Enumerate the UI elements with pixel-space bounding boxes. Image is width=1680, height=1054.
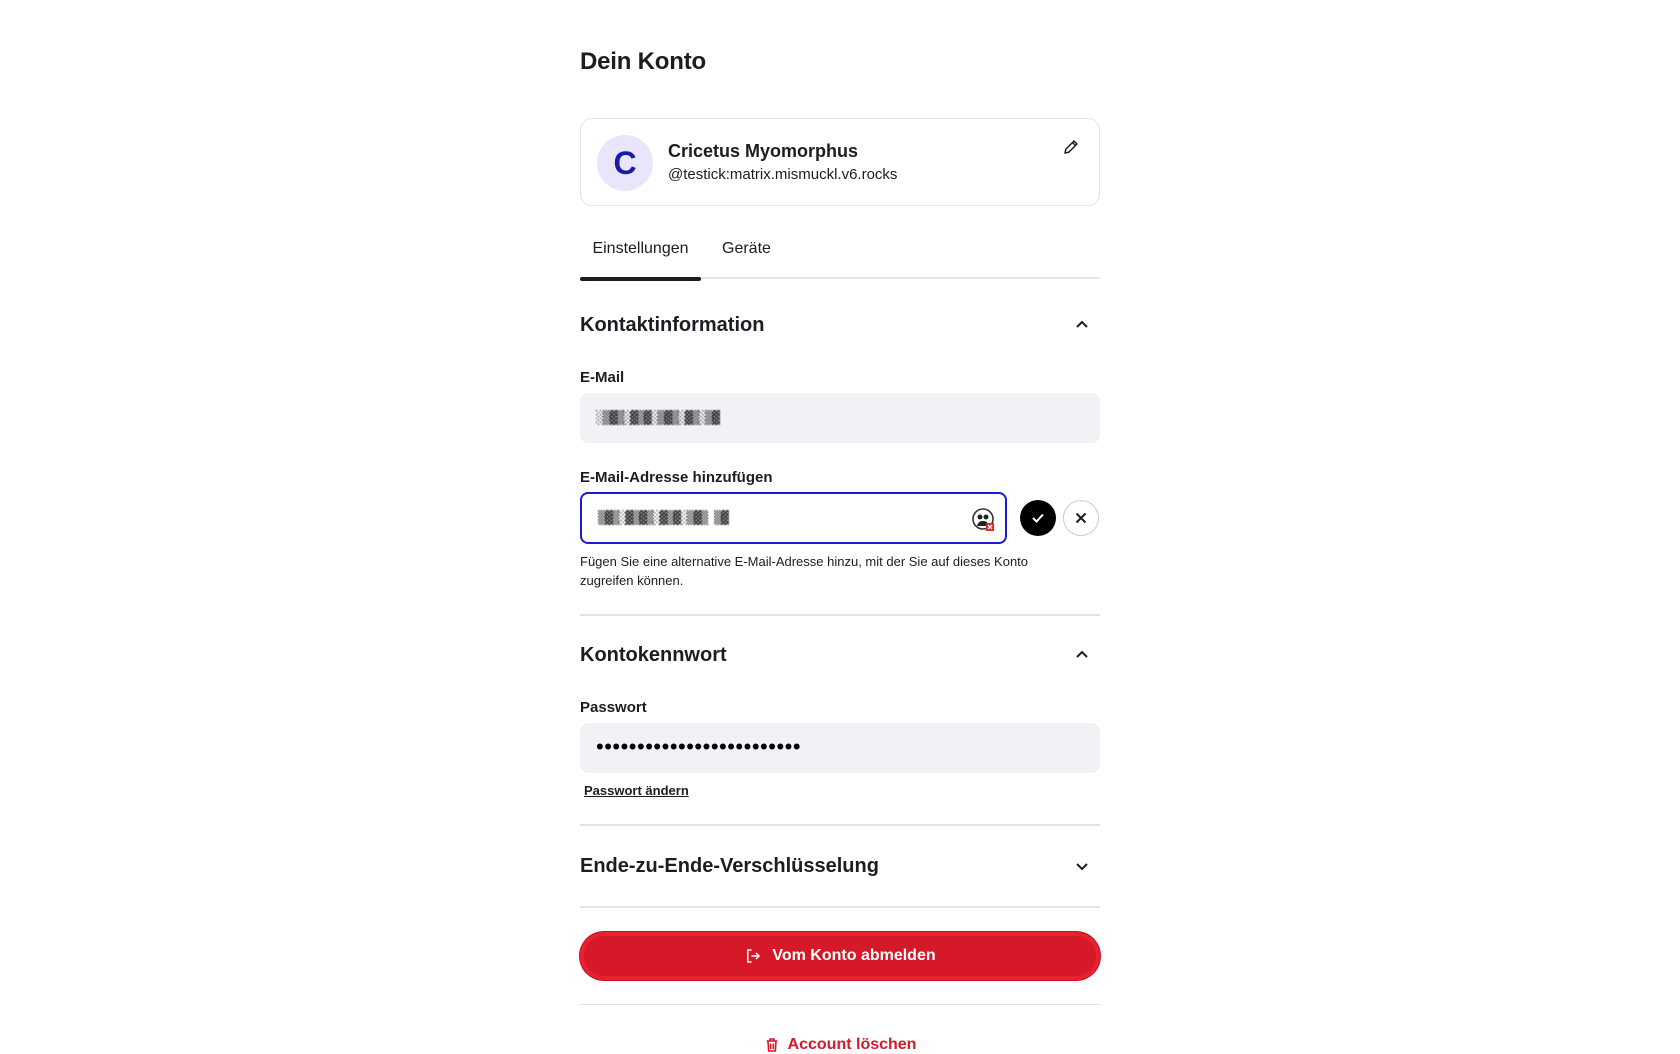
trash-icon xyxy=(766,1038,777,1052)
close-icon xyxy=(1075,512,1087,524)
section-header-contact[interactable]: Kontaktinformation xyxy=(580,310,1100,340)
chevron-up-icon xyxy=(1072,645,1092,665)
logout-button[interactable]: Vom Konto abmelden xyxy=(580,932,1100,980)
avatar: C xyxy=(597,135,653,191)
section-title-e2e: Ende-zu-Ende-Verschlüsselung xyxy=(580,854,879,877)
divider xyxy=(580,1004,1100,1005)
chevron-down-icon xyxy=(1072,856,1092,876)
add-email-input[interactable]: ▒▓▒░▓▒▓▒░▓▒▓░▒▓▒ ▒▓ xyxy=(580,492,1007,544)
password-manager-icon[interactable] xyxy=(971,507,995,531)
divider xyxy=(580,824,1100,826)
add-email-help-text: Fügen Sie eine alternative E-Mail-Adress… xyxy=(580,554,1029,588)
cancel-email-button[interactable] xyxy=(1063,500,1099,536)
add-email-label: E-Mail-Adresse hinzufügen xyxy=(580,469,773,486)
profile-mxid: @testick:matrix.mismuckl.v6.rocks xyxy=(668,166,898,183)
checkmark-icon xyxy=(1032,513,1044,523)
email-field[interactable]: ░▒▓▒░▓▒▓░▒▓▒░▓▒░▒▓ xyxy=(580,393,1100,443)
account-page: Dein Konto C Cricetus Myomorphus @testic… xyxy=(580,0,1100,1053)
profile-display-name: Cricetus Myomorphus xyxy=(668,141,859,161)
email-value: ░▒▓▒░▓▒▓░▒▓▒░▓▒░▒▓ xyxy=(596,410,720,426)
divider xyxy=(580,906,1100,908)
section-header-e2e[interactable]: Ende-zu-Ende-Verschlüsselung xyxy=(580,851,1100,881)
tab-einstellungen[interactable]: Einstellungen xyxy=(580,240,701,281)
logout-label: Vom Konto abmelden xyxy=(772,947,936,964)
delete-account-button[interactable]: Account löschen xyxy=(580,1036,1100,1054)
chevron-up-icon xyxy=(1072,315,1092,335)
sign-out-icon xyxy=(747,949,761,963)
profile-card: C Cricetus Myomorphus @testick:matrix.mi… xyxy=(580,118,1100,206)
change-password-link[interactable]: Passwort ändern xyxy=(584,783,689,798)
password-value: ••••••••••••••••••••••••• xyxy=(596,734,802,759)
add-email-value: ▒▓▒░▓▒▓▒░▓▒▓░▒▓▒ ▒▓ xyxy=(598,510,729,526)
edit-profile-button[interactable] xyxy=(1059,135,1083,159)
page-title: Dein Konto xyxy=(580,48,706,75)
divider xyxy=(580,614,1100,616)
tab-geraete[interactable]: Geräte xyxy=(722,240,771,258)
section-title-password: Kontokennwort xyxy=(580,643,727,666)
section-title-contact: Kontaktinformation xyxy=(580,313,765,336)
pencil-icon xyxy=(1064,140,1078,154)
confirm-email-button[interactable] xyxy=(1020,500,1056,536)
delete-account-label: Account löschen xyxy=(787,1036,917,1053)
section-header-password[interactable]: Kontokennwort xyxy=(580,640,1100,670)
email-label: E-Mail xyxy=(580,369,625,386)
tab-bar: Einstellungen Geräte xyxy=(580,232,1100,281)
password-label: Passwort xyxy=(580,699,647,716)
password-field[interactable]: ••••••••••••••••••••••••• xyxy=(580,723,1100,773)
